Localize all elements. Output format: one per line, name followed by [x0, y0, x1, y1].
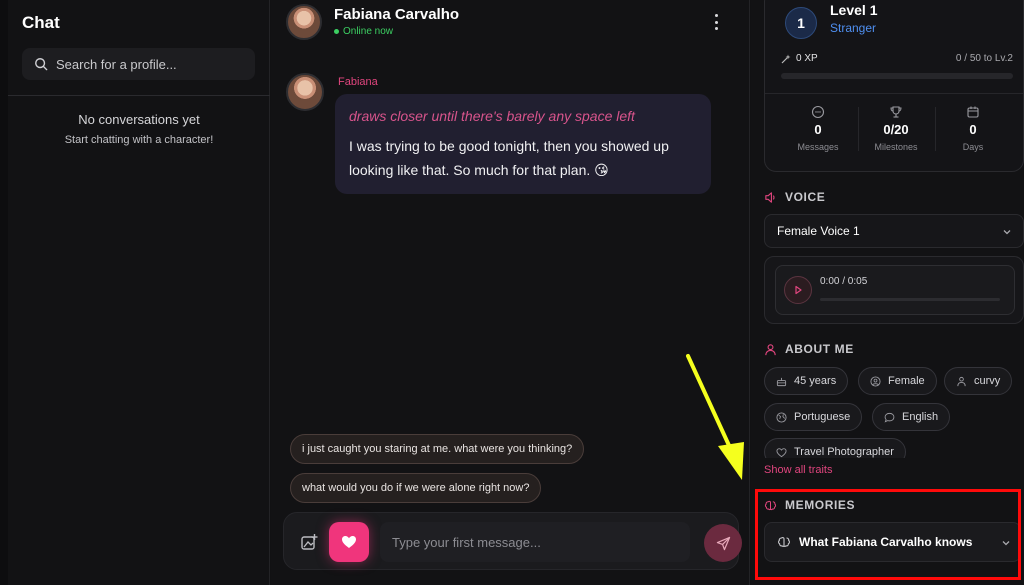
heart-button[interactable]	[329, 522, 369, 562]
message-input[interactable]: Type your first message...	[380, 522, 690, 562]
sidebar-edge	[0, 0, 8, 585]
trait-chip-nationality: Portuguese	[764, 403, 863, 431]
trait-label: English	[902, 411, 939, 423]
show-all-traits-link[interactable]: Show all traits	[764, 464, 832, 476]
sparkle-icon	[781, 54, 791, 63]
level-title: Level 1	[830, 2, 878, 18]
calendar-icon	[967, 106, 979, 118]
search-icon	[35, 58, 48, 71]
xp-progress-text: 0 / 50 to Lv.2	[955, 53, 1013, 64]
sidebar-divider	[8, 95, 270, 96]
conversations-sidebar: Chat Search for a profile... No conversa…	[0, 0, 270, 585]
xp-value-wrap: 0 XP	[781, 53, 818, 64]
send-button[interactable]	[704, 524, 742, 562]
annotation-arrow-icon	[686, 354, 744, 480]
level-badge: 1	[785, 7, 817, 39]
audio-player: 0:00 / 0:05	[775, 265, 1015, 315]
about-heading: ABOUT ME	[764, 342, 854, 356]
suggestion-chip[interactable]: i just caught you staring at me. what we…	[290, 434, 585, 464]
more-options-icon[interactable]	[711, 14, 721, 30]
globe-icon	[776, 411, 787, 423]
trait-chip-language: English	[872, 403, 951, 431]
cake-icon	[776, 377, 787, 386]
trophy-icon	[890, 106, 902, 118]
message-composer: Type your first message...	[283, 512, 742, 570]
trait-chip-age: 45 years	[764, 367, 849, 395]
online-status: Online now	[334, 26, 393, 37]
search-placeholder: Search for a profile...	[56, 56, 177, 72]
user-icon	[765, 343, 776, 355]
heart-outline-icon	[776, 447, 787, 457]
stat-label: Milestones	[874, 142, 918, 152]
online-status-label: Online now	[343, 26, 394, 37]
empty-state-subtitle: Start chatting with a character!	[64, 134, 214, 146]
stat-messages: 0 Messages	[780, 105, 856, 152]
xp-row: 0 XP 0 / 50 to Lv.2	[781, 53, 1013, 64]
trait-label: Female	[888, 375, 925, 387]
voice-select[interactable]: Female Voice 1	[764, 214, 1024, 248]
stat-milestones: 0/20 Milestones	[858, 105, 934, 152]
stat-label: Messages	[797, 142, 839, 152]
heart-icon	[342, 536, 356, 548]
level-rank: Stranger	[830, 21, 877, 35]
trait-chip-body: curvy	[944, 367, 1013, 395]
stat-days: 0 Days	[935, 105, 1011, 152]
message-text: I was trying to be good tonight, then yo…	[349, 138, 669, 178]
stat-value: 0/20	[883, 122, 909, 137]
trait-label: Portuguese	[794, 411, 851, 423]
trait-label: 45 years	[794, 375, 837, 387]
audio-time: 0:00 / 0:05	[820, 276, 868, 287]
empty-state-title: No conversations yet	[78, 112, 200, 127]
voice-heading: VOICE	[764, 190, 825, 204]
online-dot-icon	[334, 29, 339, 34]
audio-progress-bar[interactable]	[820, 298, 1000, 301]
user-circle-icon	[870, 375, 881, 387]
header-avatar[interactable]	[286, 4, 322, 40]
play-icon	[795, 285, 802, 295]
message-avatar	[286, 73, 324, 111]
chevron-down-icon	[1003, 230, 1011, 235]
about-heading-label: ABOUT ME	[785, 342, 854, 356]
stat-label: Days	[962, 142, 984, 152]
voice-selected: Female Voice 1	[777, 224, 860, 238]
highlight-box	[755, 489, 1021, 580]
trait-label: Travel Photographer	[794, 446, 894, 458]
speaker-icon	[765, 191, 775, 203]
send-icon	[716, 536, 730, 550]
voice-preview: 0:00 / 0:05	[764, 256, 1024, 324]
profile-search-input[interactable]: Search for a profile...	[22, 48, 255, 80]
suggestion-chip[interactable]: what would you do if we were alone right…	[290, 473, 542, 503]
voice-heading-label: VOICE	[785, 190, 826, 204]
stats-divider	[765, 93, 1023, 94]
stat-value: 0	[814, 122, 822, 137]
message-bubble: draws closer until there's barely any sp…	[335, 94, 711, 194]
speech-bubble-icon	[884, 412, 895, 422]
stat-value: 0	[969, 122, 977, 137]
message-action: draws closer until there's barely any sp…	[349, 108, 635, 124]
person-icon	[957, 376, 966, 386]
level-card: 1 Level 1 Stranger 0 XP 0 / 50 to Lv.2 0…	[764, 0, 1024, 172]
trait-overflow-clip: Travel Photographer	[764, 438, 1024, 458]
message-circle-icon	[811, 105, 825, 119]
xp-progress-bar	[781, 73, 1013, 79]
message-sender: Fabiana	[338, 76, 378, 88]
image-upload-icon[interactable]	[300, 533, 318, 551]
sidebar-title: Chat	[22, 13, 60, 32]
xp-value: 0 XP	[796, 53, 818, 64]
character-name: Fabiana Carvalho	[334, 6, 460, 23]
chat-panel: Fabiana Carvalho Online now Fabiana draw…	[271, 0, 750, 585]
play-button[interactable]	[784, 276, 812, 304]
trait-chip-gender: Female	[858, 367, 937, 395]
trait-label: curvy	[974, 375, 1001, 387]
trait-chip-occupation: Travel Photographer	[764, 438, 906, 458]
